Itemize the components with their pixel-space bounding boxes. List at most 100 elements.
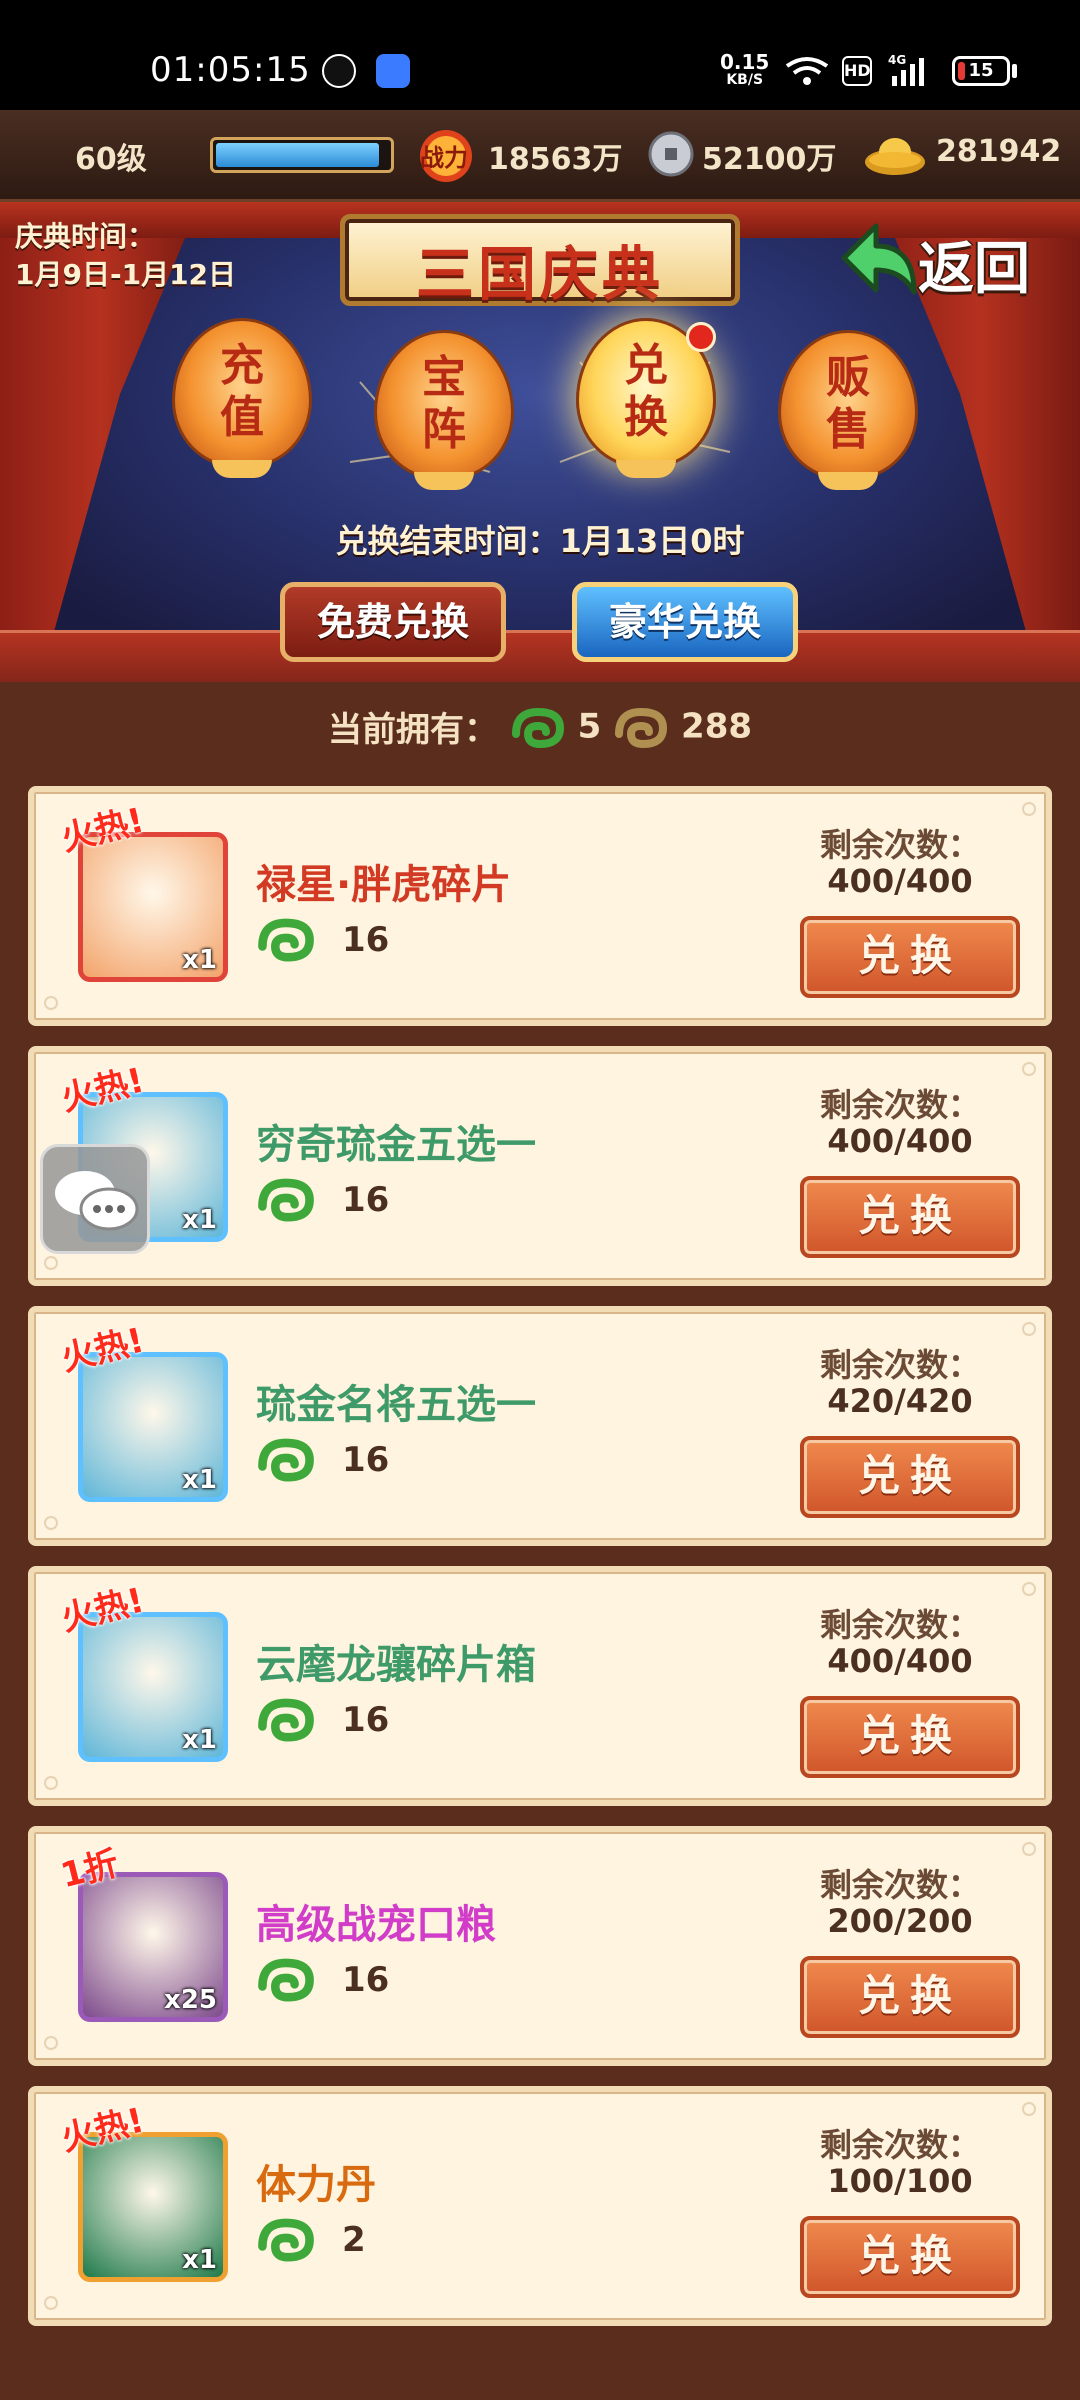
exchange-button[interactable]: 兑换 — [800, 1956, 1020, 2038]
owned-gold-count: 288 — [681, 706, 753, 747]
remaining-label: 剩余次数： — [819, 1866, 980, 1904]
gold-ingot-icon — [865, 138, 925, 175]
corner-rivet — [1022, 1062, 1036, 1076]
green-jade-icon — [258, 1438, 314, 1482]
green-jade-icon — [258, 1178, 314, 1222]
owned-green-count: 5 — [577, 706, 602, 747]
lantern-sale[interactable]: 贩售 — [778, 330, 918, 490]
back-button[interactable]: 返回 — [840, 220, 1050, 302]
remaining-count: 400/400 — [827, 1642, 973, 1680]
clock: 01:05:15 — [150, 50, 311, 90]
notification-dot — [686, 322, 716, 352]
corner-rivet — [44, 996, 58, 1010]
app-notification-icon — [376, 54, 410, 88]
exchange-button[interactable]: 兑换 — [800, 1176, 1020, 1258]
item-icon: x1 — [78, 1352, 228, 1502]
item-name: 体力丹 — [256, 2162, 376, 2208]
corner-rivet — [44, 2036, 58, 2050]
cost-value: 16 — [342, 1700, 390, 1740]
remaining-count: 200/200 — [827, 1902, 973, 1940]
item-name: 禄星·胖虎碎片 — [256, 862, 512, 908]
item-cost: 16 — [256, 1434, 389, 1484]
remaining-label: 剩余次数： — [819, 1086, 980, 1124]
wifi-icon — [785, 57, 829, 85]
remaining-label: 剩余次数： — [819, 1606, 980, 1644]
item-quantity: x1 — [182, 1725, 217, 1755]
cost-value: 16 — [342, 1960, 390, 2000]
page-title: 三国庆典 — [415, 240, 664, 308]
exchange-item-card: x1 火热! 禄星·胖虎碎片 16 剩余次数： 400/400 兑换 — [28, 786, 1052, 1026]
remaining-count: 420/420 — [827, 1382, 973, 1420]
power-icon: 战力 — [420, 130, 472, 182]
corner-rivet — [44, 1776, 58, 1790]
network-speed: 0.15 KB/S — [720, 50, 770, 88]
remaining-count: 400/400 — [827, 862, 973, 900]
item-quantity: x1 — [182, 1465, 217, 1495]
exchange-end-time: 兑换结束时间：1月13日0时 — [335, 522, 745, 560]
green-jade-icon — [258, 1698, 314, 1742]
exchange-button[interactable]: 兑换 — [800, 2216, 1020, 2298]
tab-luxury-exchange[interactable]: 豪华兑换 — [572, 582, 798, 662]
item-name: 穷奇琉金五选一 — [256, 1122, 536, 1168]
item-name: 琉金名将五选一 — [256, 1382, 536, 1428]
lantern-base — [818, 472, 878, 490]
tab-free-exchange[interactable]: 免费兑换 — [280, 582, 506, 662]
corner-rivet — [1022, 1582, 1036, 1596]
exchange-item-card: x1 火热! 琉金名将五选一 16 剩余次数： 420/420 兑换 — [28, 1306, 1052, 1546]
green-jade-icon — [258, 918, 314, 962]
owned-currency: 当前拥有： 5 288 — [0, 702, 1080, 762]
silver-value: 52100万 — [702, 142, 837, 177]
lantern-treasure[interactable]: 宝阵 — [374, 330, 514, 490]
item-quantity: x1 — [182, 2245, 217, 2275]
gold-jade-icon — [615, 707, 668, 748]
exchange-button[interactable]: 兑换 — [800, 1696, 1020, 1778]
green-jade-icon — [511, 707, 564, 748]
corner-rivet — [1022, 802, 1036, 816]
lantern-base — [212, 460, 272, 478]
green-jade-icon — [258, 1958, 314, 2002]
lantern-label: 兑换 — [624, 340, 668, 443]
item-name: 云麾龙骧碎片箱 — [256, 1642, 536, 1688]
gold-value: 281942 — [936, 134, 1062, 169]
item-cost: 16 — [256, 1954, 389, 2004]
item-cost: 2 — [256, 2214, 366, 2264]
exchange-button[interactable]: 兑换 — [800, 916, 1020, 998]
status-bar: 01:05:15 0.15 KB/S HD 4G 15 — [0, 0, 1080, 110]
cost-value: 16 — [342, 920, 390, 960]
banner-bottom-trim — [0, 630, 1080, 682]
exp-fill — [216, 143, 380, 167]
exchange-button[interactable]: 兑换 — [800, 1436, 1020, 1518]
chat-float-button[interactable] — [40, 1144, 150, 1254]
exchange-item-card: x1 火热! 体力丹 2 剩余次数： 100/100 兑换 — [28, 2086, 1052, 2326]
lantern-base — [616, 460, 676, 478]
item-icon: x1 — [78, 2132, 228, 2282]
player-level: 60级 — [75, 142, 147, 177]
lantern-label: 充值 — [220, 340, 264, 443]
remaining-label: 剩余次数： — [819, 1346, 980, 1384]
item-quantity: x1 — [182, 1205, 217, 1235]
green-jade-icon — [258, 2218, 314, 2262]
item-cost: 16 — [256, 914, 389, 964]
corner-rivet — [44, 1516, 58, 1530]
battery-tip — [1012, 64, 1017, 78]
item-icon: x1 — [78, 1612, 228, 1762]
lantern-recharge[interactable]: 充值 — [172, 318, 312, 478]
resource-bar: 60级 战力 18563万 52100万 281942 — [0, 110, 1080, 202]
cost-value: 16 — [342, 1180, 390, 1220]
exchange-item-card: x1 火热! 云麾龙骧碎片箱 16 剩余次数： 400/400 兑换 — [28, 1566, 1052, 1806]
item-quantity: x1 — [182, 945, 217, 975]
cost-value: 16 — [342, 1440, 390, 1480]
back-label: 返回 — [918, 237, 1030, 302]
exchange-item-card: x1 火热! 穷奇琉金五选一 16 剩余次数： 400/400 兑换 — [28, 1046, 1052, 1286]
item-cost: 16 — [256, 1174, 389, 1224]
festival-time: 庆典时间： 1月9日-1月12日 — [15, 220, 237, 291]
back-arrow-icon — [841, 223, 917, 295]
title-plaque: 三国庆典 — [340, 214, 740, 308]
cost-value: 2 — [342, 2220, 366, 2260]
corner-rivet — [44, 1256, 58, 1270]
item-icon: x25 — [78, 1872, 228, 2022]
svg-text:4G: 4G — [888, 53, 906, 67]
power-value: 18563万 — [488, 142, 623, 177]
hd-icon: HD — [842, 56, 872, 86]
silver-coin-icon — [648, 131, 694, 177]
